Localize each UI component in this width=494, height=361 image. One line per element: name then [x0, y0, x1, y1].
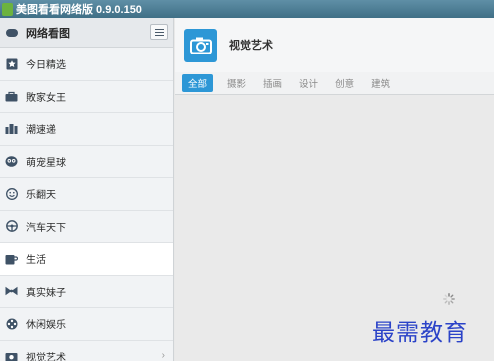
tab-creative[interactable]: 创意	[335, 76, 354, 90]
sidebar-item-label: 视觉艺术	[26, 352, 66, 361]
sidebar-item-label: 汽车天下	[26, 222, 66, 234]
category-title: 视觉艺术	[229, 40, 273, 52]
tab-all[interactable]: 全部	[182, 74, 214, 92]
sidebar-item-label: 休闲娱乐	[26, 320, 66, 332]
tab-illustration[interactable]: 插画	[263, 76, 282, 90]
cloud-icon	[6, 28, 18, 37]
sidebar-item-label: 乐翻天	[26, 190, 56, 202]
window-title: 美图看看网络版 0.9.0.150	[16, 4, 142, 16]
sidebar-item-label: 萌宠星球	[26, 157, 66, 169]
watermark: 最需教育	[372, 320, 468, 346]
cup-icon	[5, 253, 18, 265]
app-logo-icon	[2, 2, 13, 16]
sidebar: 网络看图 今日精选 敗家女王 潮速递 萌宠星球 乐翻天 汽车天下 生活 真实妹子…	[0, 18, 174, 361]
sidebar-item-fun[interactable]: 乐翻天	[0, 178, 173, 211]
sidebar-item-cars[interactable]: 汽车天下	[0, 211, 173, 243]
sidebar-item-queen[interactable]: 敗家女王	[0, 81, 173, 113]
list-view-button[interactable]	[150, 24, 168, 40]
sidebar-item-pets[interactable]: 萌宠星球	[0, 146, 173, 178]
sidebar-item-trend[interactable]: 潮速递	[0, 113, 173, 146]
sidebar-header-label: 网络看图	[26, 27, 70, 40]
tab-design[interactable]: 设计	[299, 76, 318, 90]
category-tabs: 全部 摄影 插画 设计 创意 建筑	[175, 72, 494, 95]
category-header: 视觉艺术	[175, 18, 494, 72]
main-panel: 视觉艺术 全部 摄影 插画 设计 创意 建筑	[175, 18, 494, 361]
sidebar-header: 网络看图	[0, 18, 173, 48]
steering-wheel-icon	[5, 220, 18, 233]
film-reel-icon	[5, 318, 18, 330]
buildings-icon	[5, 123, 18, 135]
smiley-icon	[5, 187, 18, 200]
sidebar-item-label: 潮速递	[26, 125, 56, 137]
loading-spinner-icon	[443, 293, 455, 305]
sidebar-item-life[interactable]: 生活	[0, 243, 173, 276]
sidebar-item-entertainment[interactable]: 休闲娱乐	[0, 308, 173, 341]
sidebar-item-girls[interactable]: 真实妹子	[0, 276, 173, 308]
title-bar: 美图看看网络版 0.9.0.150	[0, 0, 494, 18]
chevron-right-icon: ›	[161, 349, 165, 361]
tab-photography[interactable]: 摄影	[227, 76, 246, 90]
sidebar-item-label: 今日精选	[26, 60, 66, 72]
sidebar-item-label: 敗家女王	[26, 92, 66, 104]
sidebar-item-today[interactable]: 今日精选	[0, 48, 173, 81]
camera-icon	[5, 350, 18, 361]
bag-icon	[5, 90, 18, 102]
bow-icon	[5, 285, 18, 297]
star-icon	[5, 58, 18, 70]
sidebar-item-visual-art[interactable]: 视觉艺术 ›	[0, 341, 173, 361]
sidebar-item-label: 生活	[26, 255, 46, 267]
sidebar-item-label: 真实妹子	[26, 287, 66, 299]
tab-architecture[interactable]: 建筑	[371, 76, 390, 90]
owl-icon	[5, 155, 18, 168]
camera-icon	[184, 28, 217, 62]
